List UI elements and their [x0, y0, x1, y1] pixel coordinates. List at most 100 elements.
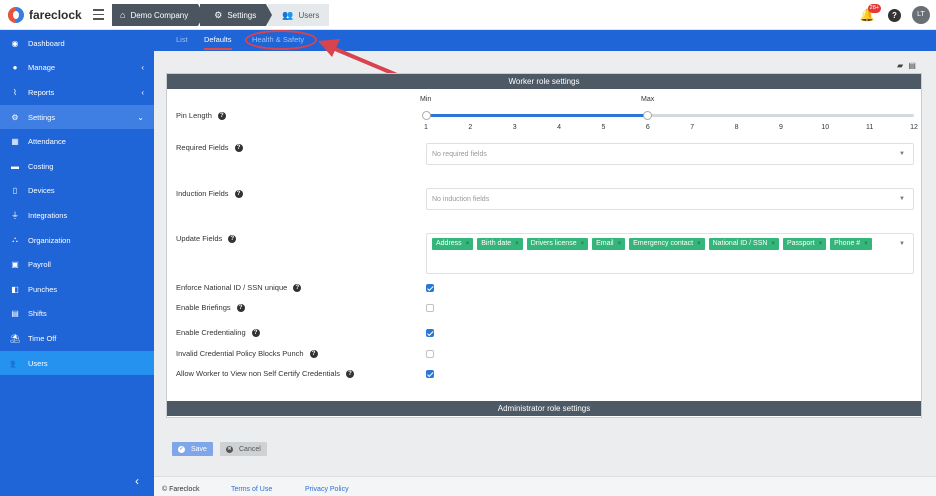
enable-credentialing-label: Enable Credentialing?	[176, 328, 260, 337]
induction-fields-select[interactable]: No induction fields ▼	[426, 188, 914, 210]
sidebar-item-manage[interactable]: ● Manage ‹	[0, 56, 154, 78]
pin-length-slider[interactable]: Min Max 1 2 3 4 5 6 7 8 9 10 11 12	[420, 96, 918, 136]
help-icon[interactable]: ?	[234, 143, 243, 152]
org-icon: ⛬	[12, 235, 18, 244]
fareclock-logo-icon	[8, 7, 24, 23]
users-icon: 👥	[282, 9, 294, 20]
chevron-down-icon: ⌄	[137, 112, 144, 122]
avatar[interactable]: LT	[912, 6, 930, 24]
sidebar: ◉ Dashboard ● Manage ‹ ⌇ Reports ‹ ⚙ Setting…	[0, 30, 154, 496]
help-icon[interactable]: ?	[293, 283, 302, 292]
help-icon[interactable]: ?	[345, 369, 354, 378]
help-icon[interactable]: ?	[251, 328, 260, 337]
sidebar-item-devices[interactable]: ▯ Devices	[0, 179, 154, 201]
remove-tag-icon[interactable]: ×	[819, 241, 823, 247]
person-icon: ●	[12, 62, 18, 72]
sidebar-item-users[interactable]: 👥 Users	[0, 351, 154, 375]
slider-tick-label: 12	[910, 124, 918, 131]
required-fields-select[interactable]: No required fields ▼	[426, 143, 914, 165]
privacy-link[interactable]: Privacy Policy	[305, 486, 349, 493]
help-icon[interactable]: ?	[234, 189, 243, 198]
induction-fields-label: Induction Fields?	[176, 189, 243, 198]
help-icon[interactable]: ?	[217, 111, 226, 120]
slider-max-label: Max	[641, 96, 655, 103]
update-fields-select[interactable]: Address × Birth date × Drivers license × Em…	[426, 233, 914, 274]
remove-tag-icon[interactable]: ×	[771, 241, 775, 247]
check-icon: ✔	[178, 445, 185, 453]
terms-link[interactable]: Terms of Use	[231, 486, 272, 493]
sidebar-item-organization[interactable]: ⛬ Organization	[0, 229, 154, 251]
sidebar-item-shifts[interactable]: ▤ Shifts	[0, 302, 154, 324]
remove-tag-icon[interactable]: ×	[466, 241, 470, 247]
help-icon[interactable]: ?	[236, 303, 245, 312]
breadcrumb-company[interactable]: ⌂ Demo Company	[112, 4, 205, 26]
notifications-button[interactable]: 🔔 28+	[858, 4, 881, 24]
plug-icon: ⏚	[11, 210, 19, 220]
tag-drivers-license[interactable]: Drivers license ×	[526, 238, 589, 250]
collapse-sidebar-icon[interactable]: ‹	[135, 474, 139, 488]
invalid-credential-checkbox[interactable]	[426, 350, 434, 358]
slider-min-label: Min	[420, 96, 432, 103]
worker-role-settings-header[interactable]: Worker role settings	[167, 74, 921, 89]
remove-tag-icon[interactable]: ×	[864, 241, 868, 247]
cancel-button[interactable]: ✖ Cancel	[220, 442, 267, 456]
remove-tag-icon[interactable]: ×	[581, 241, 585, 247]
payroll-icon: ▣	[11, 259, 19, 269]
slider-tick-label: 10	[821, 124, 830, 131]
slider-tick-label: 3	[512, 124, 517, 131]
required-fields-placeholder: No required fields	[432, 151, 487, 158]
remove-tag-icon[interactable]: ×	[618, 241, 622, 247]
sidebar-item-integrations[interactable]: ⏚ Integrations	[0, 204, 154, 226]
tab-defaults[interactable]: Defaults	[204, 35, 232, 50]
sidebar-item-punches[interactable]: ◧ Punches	[0, 278, 154, 300]
help-icon[interactable]: ?	[888, 8, 901, 22]
tag-address[interactable]: Address ×	[432, 238, 474, 250]
slider-max-handle[interactable]	[643, 111, 652, 120]
remove-tag-icon[interactable]: ×	[697, 241, 701, 247]
slider-min-handle[interactable]	[422, 111, 431, 120]
camera-icon[interactable]: ▰	[897, 61, 903, 70]
notification-badge: 28+	[867, 4, 881, 13]
tab-list[interactable]: List	[176, 35, 188, 44]
required-fields-label: Required Fields?	[176, 143, 243, 152]
slider-tick-label: 1	[424, 124, 428, 131]
menu-toggle-icon[interactable]	[93, 9, 104, 20]
sidebar-item-settings[interactable]: ⚙ Settings ⌄	[0, 105, 154, 129]
shift-icon: ▤	[11, 308, 19, 318]
enable-briefings-checkbox[interactable]	[426, 304, 434, 312]
slider-tick-label: 11	[865, 124, 874, 131]
breadcrumb-settings[interactable]: ⚙ Settings	[200, 4, 273, 26]
sidebar-item-dashboard[interactable]: ◉ Dashboard	[0, 32, 154, 54]
tag-passport[interactable]: Passport ×	[782, 238, 827, 250]
breadcrumb-users[interactable]: 👥 Users	[268, 4, 330, 26]
help-icon[interactable]: ?	[309, 349, 318, 358]
caret-down-icon: ▼	[899, 196, 905, 202]
view-credentials-checkbox[interactable]	[426, 370, 434, 378]
tag-national-id[interactable]: National ID / SSN ×	[708, 238, 779, 250]
sidebar-item-costing[interactable]: ▬ Costing	[0, 155, 154, 177]
sidebar-item-attendance[interactable]: ▦ Attendance	[0, 130, 154, 152]
sidebar-item-time-off[interactable]: ⛱ Time Off	[0, 327, 154, 349]
annotation-ellipse	[245, 30, 317, 50]
tag-phone[interactable]: Phone # ×	[830, 238, 872, 250]
worker-settings-panel: Worker role settings Pin Length? Min Max…	[166, 73, 922, 418]
invalid-credential-label: Invalid Credential Policy Blocks Punch?	[176, 349, 318, 358]
enforce-ssn-checkbox[interactable]	[426, 284, 434, 292]
tag-emergency-contact[interactable]: Emergency contact ×	[629, 238, 705, 250]
help-icon[interactable]: ?	[228, 234, 237, 243]
enforce-ssn-label: Enforce National ID / SSN unique?	[176, 283, 302, 292]
save-button[interactable]: ✔ Save	[172, 442, 213, 456]
remove-tag-icon[interactable]: ×	[515, 241, 519, 247]
card-icon[interactable]: ▤	[908, 61, 916, 70]
slider-tick-label: 7	[690, 124, 695, 131]
tag-birth-date[interactable]: Birth date ×	[477, 238, 523, 250]
brand-logo[interactable]: fareclock	[8, 7, 82, 23]
sidebar-item-reports[interactable]: ⌇ Reports ‹	[0, 81, 154, 103]
enable-credentialing-checkbox[interactable]	[426, 329, 434, 337]
administrator-role-settings-header[interactable]: Administrator role settings	[167, 401, 921, 416]
tag-email[interactable]: Email ×	[592, 238, 626, 250]
sidebar-item-payroll[interactable]: ▣ Payroll	[0, 253, 154, 275]
gear-icon: ⚙	[214, 9, 223, 20]
footer: © Fareclock Terms of Use Privacy Policy	[154, 476, 936, 496]
chevron-left-icon: ‹	[141, 87, 144, 97]
